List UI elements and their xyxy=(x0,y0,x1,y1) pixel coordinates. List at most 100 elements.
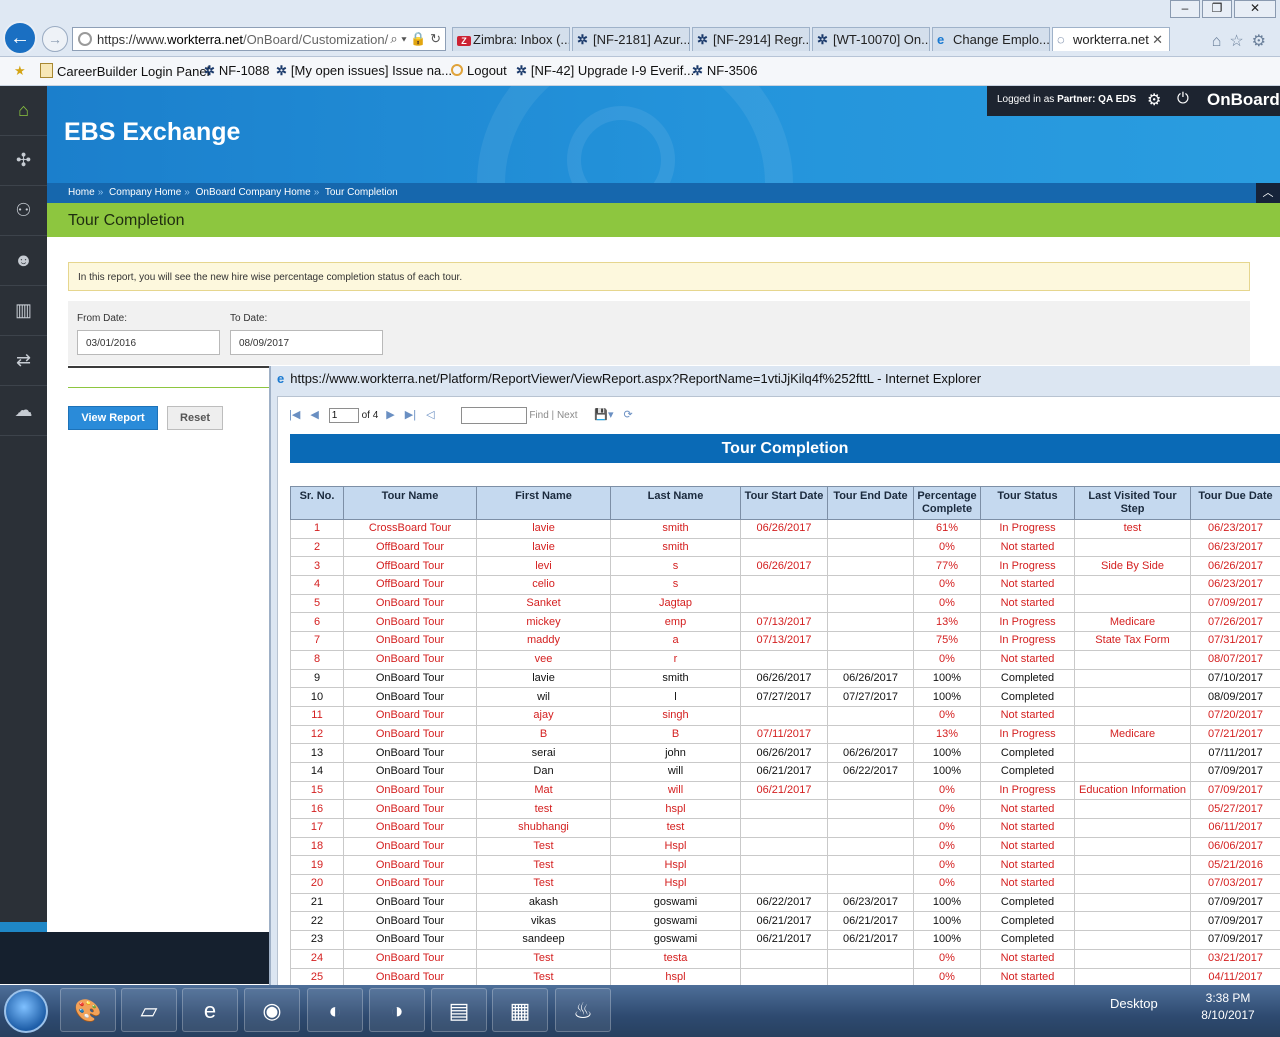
sidebar-user-icon[interactable]: ☻ xyxy=(0,236,47,286)
table-cell xyxy=(827,948,914,969)
table-cell: mickey xyxy=(476,612,611,633)
fav-nf-3506[interactable]: ✲ NF-3506 xyxy=(692,63,757,79)
breadcrumb-current: Tour Completion xyxy=(324,187,398,198)
chrome-icon[interactable]: ◉ xyxy=(244,988,300,1032)
internet-explorer-icon[interactable]: e xyxy=(182,988,238,1032)
table-cell: OnBoard Tour xyxy=(343,930,477,950)
column-header[interactable]: Last Name xyxy=(610,486,741,520)
tab-change-employee[interactable]: e Change Emplo... xyxy=(932,27,1050,51)
view-report-button[interactable]: View Report xyxy=(68,406,158,430)
address-bar-icons[interactable]: ⌕ ▾ 🔒 ↻ xyxy=(390,31,441,47)
column-header[interactable]: Last Visited Tour Step xyxy=(1074,486,1191,520)
tab-nf-2914[interactable]: ✲ [NF-2914] Regr... xyxy=(692,27,810,51)
favorites-star-icon[interactable]: ★ xyxy=(14,63,26,79)
table-cell: Medicare xyxy=(1074,612,1191,633)
table-cell xyxy=(827,537,914,558)
table-cell: 10 xyxy=(290,687,344,707)
close-tab-icon[interactable]: ✕ xyxy=(1152,32,1163,48)
address-bar[interactable]: https://www.workterra.net/OnBoard/Custom… xyxy=(72,27,446,51)
sidebar-transfer-icon[interactable]: ⇄ xyxy=(0,336,47,386)
table-cell: 75% xyxy=(913,631,981,651)
start-button-icon[interactable] xyxy=(4,989,48,1033)
export-save-icon[interactable]: 💾▾ xyxy=(594,409,613,421)
first-page-icon[interactable]: |◀ xyxy=(289,409,300,421)
collapse-chevron-up-icon[interactable]: ︿ xyxy=(1256,183,1280,203)
to-date-input[interactable]: 08/09/2017 xyxy=(230,330,383,355)
firefox-dev-icon[interactable]: ◑ xyxy=(369,988,425,1032)
last-page-icon[interactable]: ▶| xyxy=(405,409,416,421)
table-cell: OnBoard Tour xyxy=(343,705,477,726)
paint-icon[interactable]: 🎨 xyxy=(60,988,116,1032)
notepad-icon[interactable]: ▱ xyxy=(121,988,177,1032)
power-icon[interactable]: ⏻ xyxy=(1177,90,1189,107)
sidebar-user-settings-icon[interactable]: ⚇ xyxy=(0,186,47,236)
refresh-icon[interactable]: ⟳ xyxy=(624,409,633,421)
prev-page-icon[interactable]: ◀ xyxy=(310,409,318,421)
sidebar-home-icon[interactable]: ⌂ xyxy=(0,86,47,136)
sidebar-puzzle-icon[interactable]: ✣ xyxy=(0,136,47,186)
fav-my-open-issues[interactable]: ✲ [My open issues] Issue na... xyxy=(276,63,452,79)
column-header[interactable]: Tour End Date xyxy=(827,486,914,520)
tab-nf-2181[interactable]: ✲ [NF-2181] Azur... xyxy=(572,27,690,51)
close-window-icon[interactable]: ✕ xyxy=(1234,0,1276,18)
from-date-input[interactable]: 03/01/2016 xyxy=(77,330,220,355)
tab-wt-10070[interactable]: ✲ [WT-10070] On... xyxy=(812,27,930,51)
sticky-notes-icon[interactable]: ▤ xyxy=(431,988,487,1032)
app-flame-icon[interactable]: ♨ xyxy=(555,988,611,1032)
table-cell: 07/09/2017 xyxy=(1190,761,1280,782)
fav-nf-42[interactable]: ✲ [NF-42] Upgrade I-9 Everif... xyxy=(516,63,694,79)
sidebar-reports-icon[interactable]: ▥ xyxy=(0,286,47,336)
clock-date: 8/10/2017 xyxy=(1201,1008,1255,1022)
table-cell xyxy=(1074,668,1191,689)
back-parent-icon[interactable]: ◁ xyxy=(426,409,434,421)
table-cell xyxy=(1074,836,1191,857)
breadcrumb-home[interactable]: Home xyxy=(68,187,95,198)
desktop-toolbar-label[interactable]: Desktop xyxy=(1110,996,1158,1011)
table-cell: Mat xyxy=(476,780,611,801)
jira-icon: ✲ xyxy=(692,63,703,78)
column-header[interactable]: Tour Status xyxy=(980,486,1075,520)
find-link[interactable]: Find xyxy=(529,410,548,421)
table-cell: Test xyxy=(476,948,611,969)
to-date-label: To Date: xyxy=(230,313,268,324)
table-cell: 13% xyxy=(913,724,981,745)
tab-zimbra[interactable]: Z Zimbra: Inbox (... xyxy=(452,27,570,51)
column-header[interactable]: Tour Start Date xyxy=(740,486,828,520)
next-page-icon[interactable]: ▶ xyxy=(386,409,394,421)
maximize-icon[interactable]: ❐ xyxy=(1202,0,1232,18)
table-cell: Not started xyxy=(980,537,1075,558)
back-button[interactable]: ← xyxy=(3,21,37,55)
column-header[interactable]: Percentage Complete xyxy=(913,486,981,520)
tab-workterra[interactable]: ◌ workterra.net ✕ xyxy=(1052,27,1170,51)
reset-button[interactable]: Reset xyxy=(167,406,223,430)
system-clock[interactable]: 3:38 PM 8/10/2017 xyxy=(1196,990,1260,1024)
table-cell: will xyxy=(610,780,741,801)
page-number-input[interactable]: 1 xyxy=(328,408,359,423)
table-cell: 20 xyxy=(290,874,344,894)
column-header[interactable]: Tour Due Date xyxy=(1190,486,1280,520)
sidebar-chat-icon[interactable]: ☁ xyxy=(0,386,47,436)
table-cell: OnBoard Tour xyxy=(343,874,477,894)
table-cell: 0% xyxy=(913,705,981,726)
window-controls: – ❐ ✕ xyxy=(1168,0,1276,18)
column-header[interactable]: First Name xyxy=(476,486,611,520)
column-header[interactable]: Sr. No. xyxy=(290,486,344,520)
find-input[interactable] xyxy=(460,407,527,424)
minimize-icon[interactable]: – xyxy=(1170,0,1200,18)
table-cell: Side By Side xyxy=(1074,556,1191,577)
column-header[interactable]: Tour Name xyxy=(343,486,477,520)
fav-careerbuilder[interactable]: CareerBuilder Login Panel xyxy=(40,63,209,79)
browser-tools[interactable]: ⌂☆⚙ xyxy=(1212,31,1274,51)
fav-nf-1088[interactable]: ✲ NF-1088 xyxy=(204,63,269,79)
table-cell: 07/27/2017 xyxy=(740,687,828,707)
file-explorer-icon[interactable]: ▦ xyxy=(492,988,548,1032)
breadcrumb-onboard-company-home[interactable]: OnBoard Company Home xyxy=(196,187,311,198)
next-link[interactable]: Next xyxy=(557,410,578,421)
forward-button[interactable]: → xyxy=(42,26,68,52)
table-cell: Completed xyxy=(980,668,1075,689)
breadcrumb-company-home[interactable]: Company Home xyxy=(109,187,181,198)
fav-logout[interactable]: Logout xyxy=(451,63,507,78)
settings-gear-icon[interactable]: ⚙ xyxy=(1147,90,1161,110)
firefox-icon[interactable]: ◐ xyxy=(307,988,363,1032)
jira-icon: ✲ xyxy=(516,63,527,78)
